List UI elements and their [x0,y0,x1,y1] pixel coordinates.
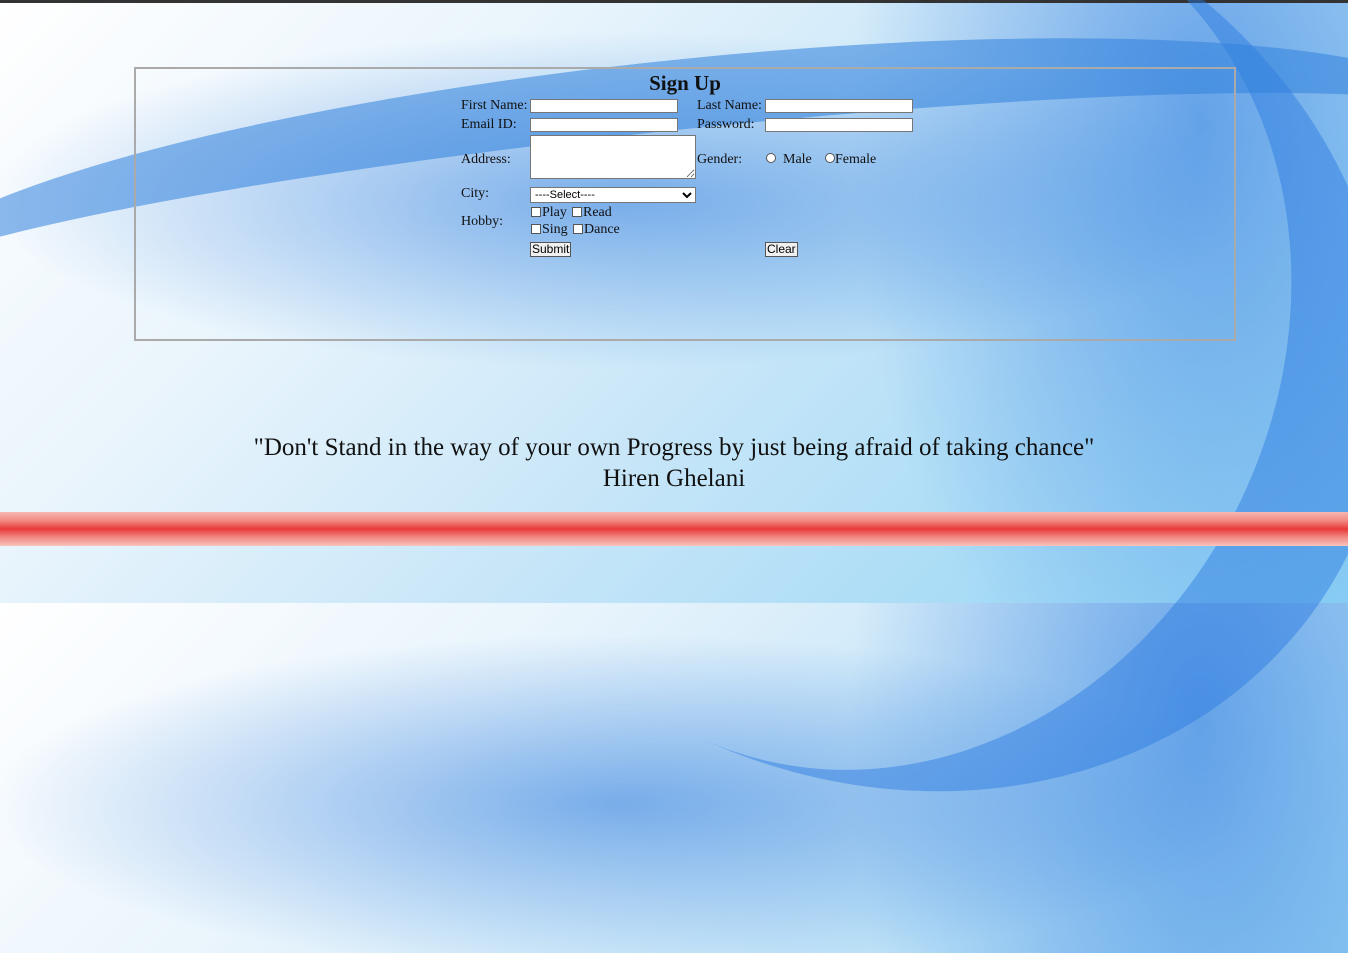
email-input[interactable] [530,118,678,132]
gender-male-radio[interactable] [766,153,776,163]
footer-accent-bar [0,512,1348,546]
first-name-label: First Name: [461,98,528,113]
email-label: Email ID: [461,117,517,132]
form-title: Sign Up [649,71,721,95]
address-textarea[interactable] [530,135,696,179]
gender-male-label: Male [783,152,812,167]
password-label: Password: [697,117,755,132]
gender-female-label: Female [835,152,877,167]
hobby-play-checkbox[interactable] [531,207,541,217]
quote-text: "Don't Stand in the way of your own Prog… [253,434,1095,461]
last-name-label: Last Name: [697,98,762,113]
first-name-input[interactable] [530,99,678,113]
hobby-dance-checkbox[interactable] [573,224,583,234]
quote-block: "Don't Stand in the way of your own Prog… [0,432,1348,494]
gender-label: Gender: [697,152,743,167]
password-input[interactable] [765,118,913,132]
quote-author: Hiren Ghelani [602,465,746,492]
submit-button[interactable]: Submit [530,242,572,257]
signup-form: Sign Up First Name: Last Name: Email ID:… [134,67,1236,341]
hobby-read-label: Read [583,205,612,220]
hobby-play-label: Play [542,205,567,220]
city-label: City: [461,186,490,201]
gender-female-radio[interactable] [825,153,835,163]
hobby-sing-checkbox[interactable] [531,224,541,234]
hobby-sing-label: Sing [542,222,568,237]
city-select[interactable]: ----Select---- [530,187,696,203]
hobby-read-checkbox[interactable] [572,207,582,217]
hobby-label: Hobby: [461,214,503,229]
last-name-input[interactable] [765,99,913,113]
hobby-dance-label: Dance [584,222,620,237]
clear-button[interactable]: Clear [765,242,798,257]
address-label: Address: [461,152,511,167]
